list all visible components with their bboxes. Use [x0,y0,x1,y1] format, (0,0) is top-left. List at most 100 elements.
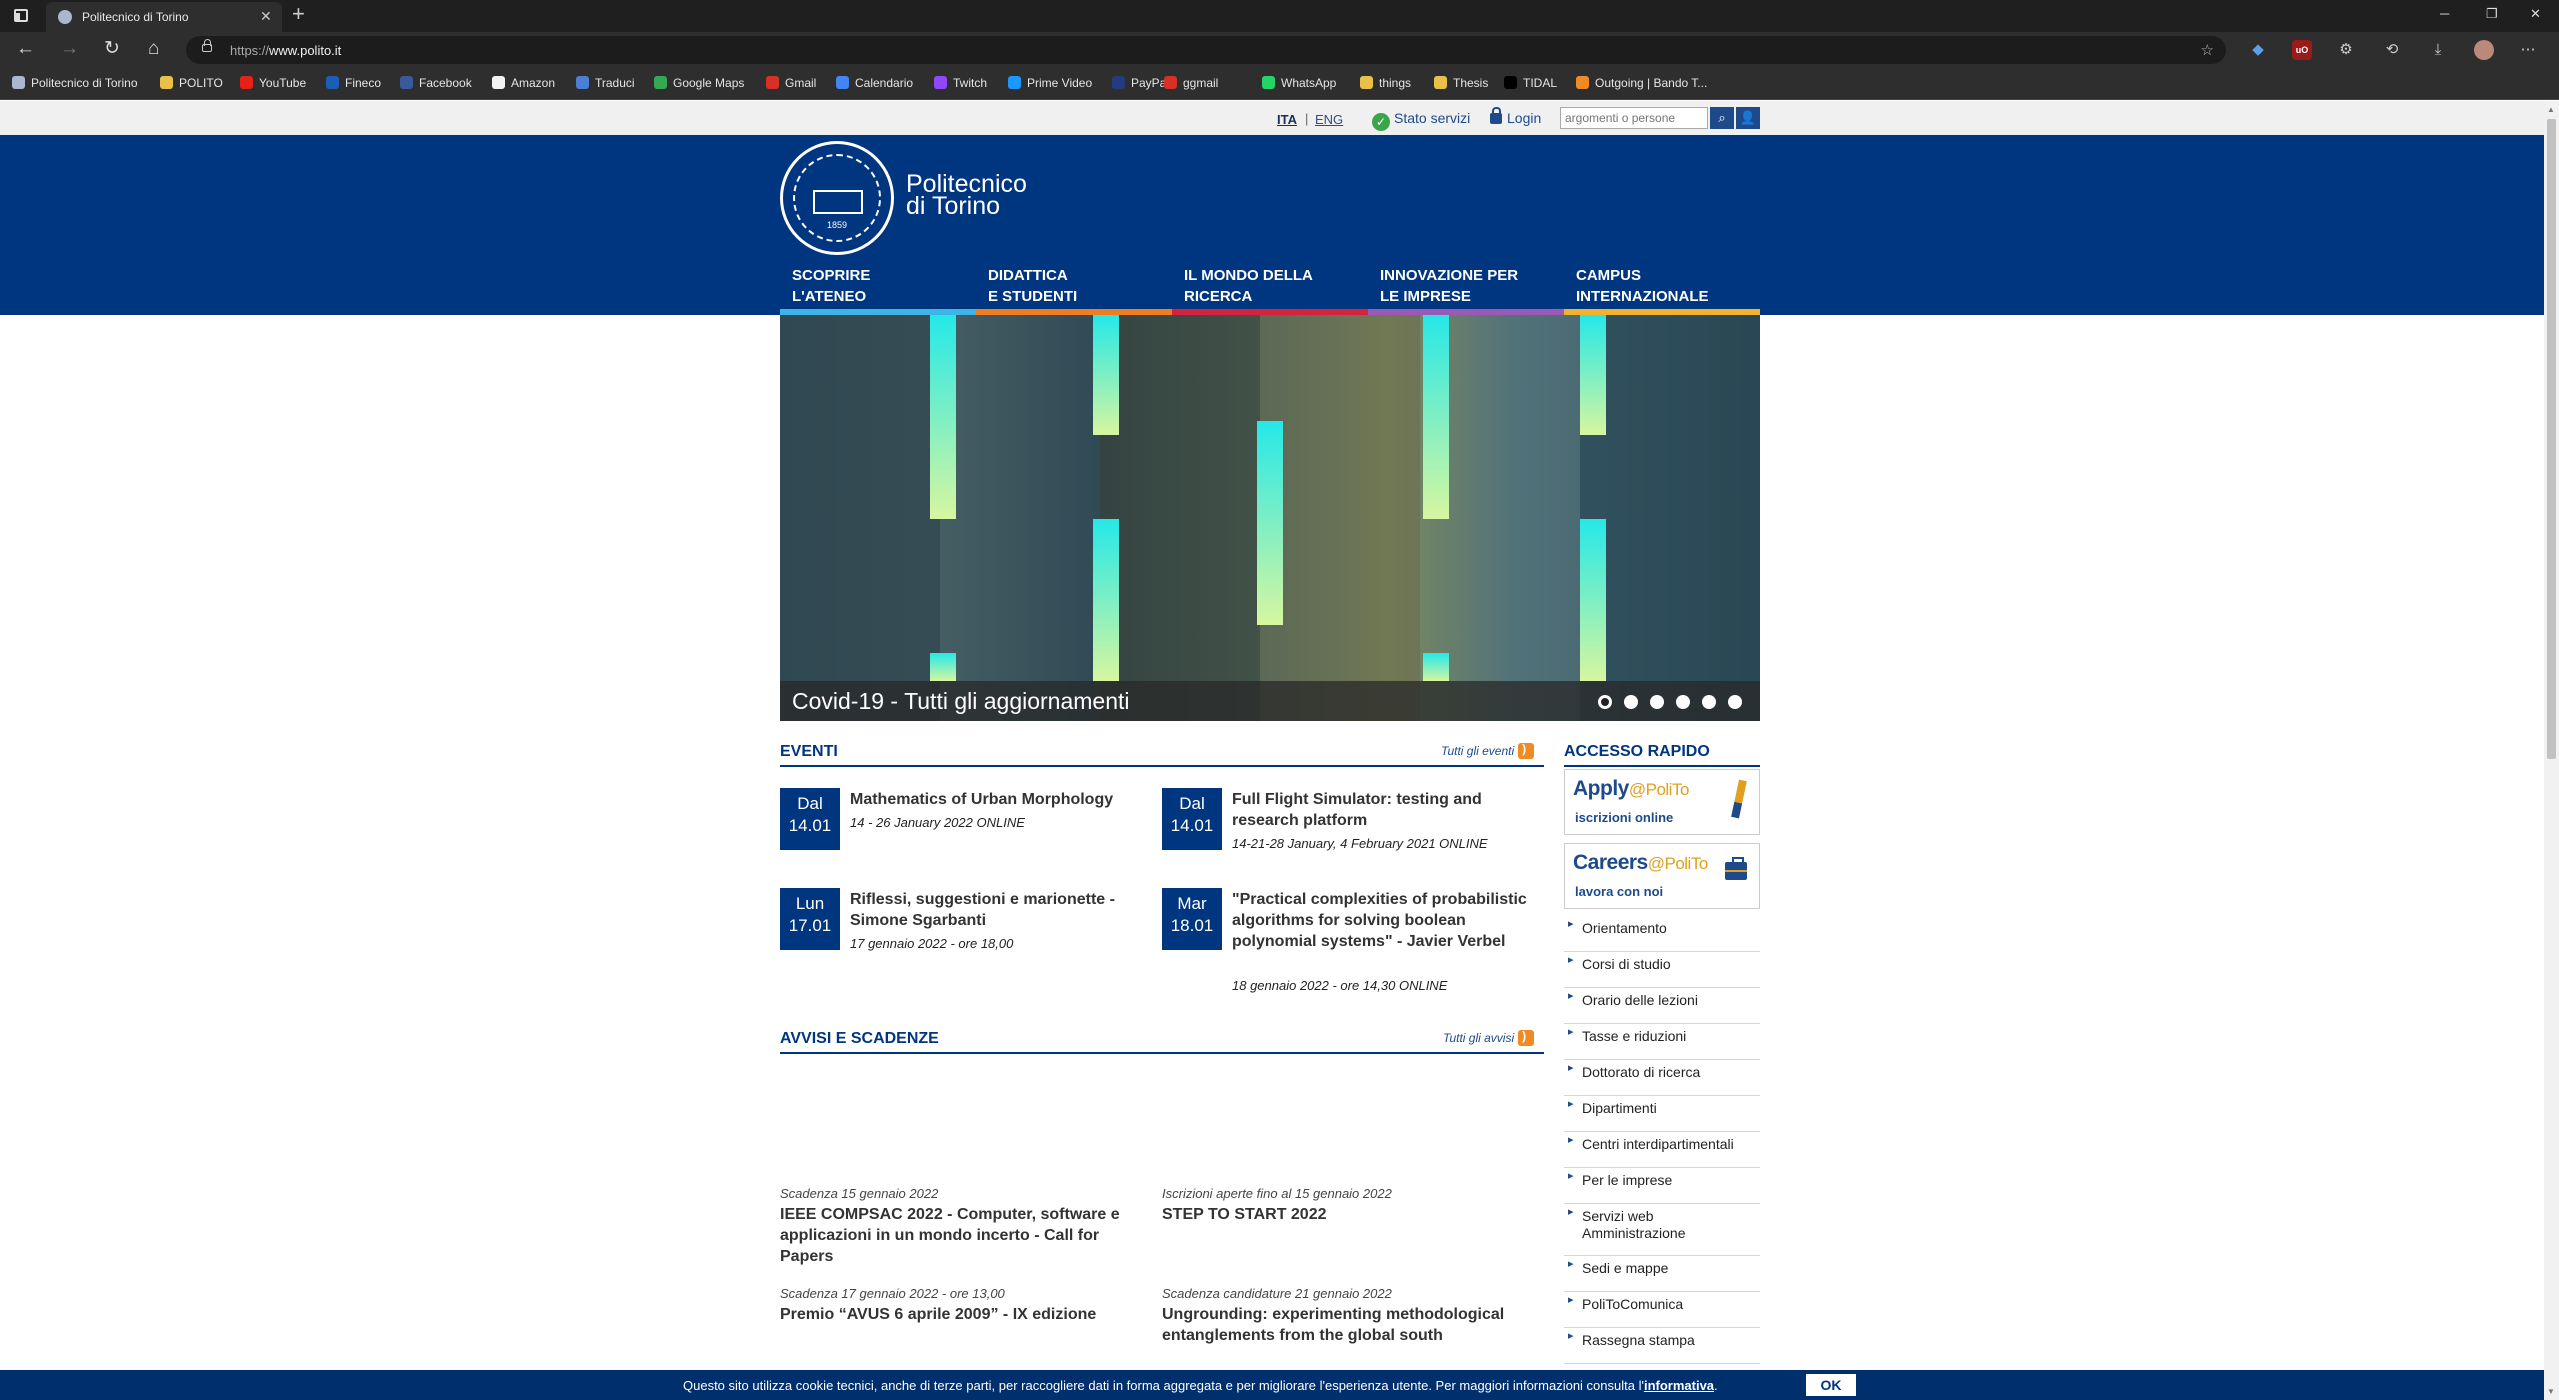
bookmark-item[interactable]: POLITO [160,76,223,90]
avviso-title-link[interactable]: IEEE COMPSAC 2022 - Computer, software e… [780,1204,1150,1267]
bookmark-item[interactable]: WhatsApp [1262,76,1336,90]
url-text[interactable]: https://www.polito.it [230,43,341,58]
scroll-down-icon[interactable]: ▼ [2547,1387,2555,1396]
bookmark-item[interactable]: Outgoing | Bando T... [1576,76,1707,90]
tutti-eventi-link[interactable]: Tutti gli eventi [1441,742,1535,759]
new-tab-icon[interactable]: + [292,3,305,25]
event-meta: 14-21-28 January, 4 February 2021 ONLINE [1232,836,1488,851]
bookmark-item[interactable]: PayPal [1112,76,1169,90]
stato-servizi-link[interactable]: ✓ Stato servizi [1372,110,1470,131]
lock-icon[interactable] [202,39,212,52]
quick-link-item[interactable]: Per le imprese [1564,1168,1760,1204]
slide-caption[interactable]: Covid-19 - Tutti gli aggiornamenti [792,688,1130,715]
tutti-avvisi-link[interactable]: Tutti gli avvisi [1443,1029,1535,1046]
quick-link-item[interactable]: Dipartimenti [1564,1096,1760,1132]
event-title-link[interactable]: "Practical complexities of probabilistic… [1232,889,1532,952]
history-icon[interactable]: ⟲ [2382,40,2402,60]
browser-tab[interactable]: Politecnico di Torino ✕ [46,2,282,32]
login-link[interactable]: Login [1490,107,1541,126]
favorite-star-icon[interactable]: ☆ [2201,41,2214,59]
avviso-title-link[interactable]: Ungrounding: experimenting methodologica… [1162,1304,1532,1346]
extension-icon[interactable]: ◆ [2248,40,2268,60]
event-title-link[interactable]: Mathematics of Urban Morphology [850,789,1150,810]
quick-link-item[interactable]: Rassegna stampa [1564,1328,1760,1364]
quick-link-item[interactable]: PoliToComunica [1564,1292,1760,1328]
bookmark-item[interactable]: Fineco [326,76,381,90]
quick-link-item[interactable]: Sedi e mappe [1564,1256,1760,1292]
quick-link-item[interactable]: Dottorato di ricerca [1564,1060,1760,1096]
tab-actions-icon[interactable] [14,9,28,22]
bookmark-item[interactable]: Gmail [766,76,816,90]
slider-dot[interactable] [1702,695,1716,709]
bookmark-item[interactable]: Prime Video [1008,76,1092,90]
minimize-icon[interactable]: ─ [2440,6,2449,21]
more-menu-icon[interactable]: ⋯ [2518,40,2538,60]
search-icon[interactable]: ⌕ [1710,107,1734,129]
bookmark-item[interactable]: Amazon [492,76,555,90]
slider-dot[interactable] [1624,695,1638,709]
bookmark-item[interactable]: things [1360,76,1411,90]
whatsapp-icon [1262,76,1275,89]
restore-icon[interactable]: ❐ [2486,6,2498,22]
close-tab-icon[interactable]: ✕ [260,8,272,25]
bookmark-item[interactable]: Twitch [934,76,987,90]
bookmark-item[interactable]: TIDAL [1504,76,1557,90]
people-search-icon[interactable]: 👤 [1736,107,1760,129]
main-menu-item[interactable]: IL MONDO DELLA RICERCA [1172,265,1368,315]
bookmark-item[interactable]: Traduci [576,76,635,90]
bookmark-item[interactable]: Thesis [1434,76,1488,90]
home-icon[interactable]: ⌂ [148,38,159,60]
event-title-link[interactable]: Full Flight Simulator: testing and resea… [1232,789,1532,831]
lang-eng-link[interactable]: ENG [1315,112,1343,127]
avviso-title-link[interactable]: Premio “AVUS 6 aprile 2009” - IX edizion… [780,1304,1150,1325]
quick-link-item[interactable]: Orientamento [1564,916,1760,952]
main-menu-item[interactable]: CAMPUS INTERNAZIONALE [1564,265,1760,315]
main-menu-item[interactable]: DIDATTICA E STUDENTI [976,265,1172,315]
address-bar[interactable]: https://www.polito.it ☆ [186,36,2226,64]
polito-seal-logo[interactable]: 1859 [780,141,894,255]
slider-dot[interactable] [1650,695,1664,709]
slider-dot[interactable] [1728,695,1742,709]
quick-link-item[interactable]: Servizi web Amministrazione [1564,1204,1760,1256]
quick-link-item[interactable]: Tasse e riduzioni [1564,1024,1760,1060]
polito-icon [12,76,25,89]
quick-link-item[interactable]: Orario delle lezioni [1564,988,1760,1024]
lang-ita-link[interactable]: ITA [1277,112,1297,127]
downloads-icon[interactable]: ⤓ [2428,40,2448,60]
ublock-extension-icon[interactable]: uO [2292,40,2312,60]
page-scrollbar[interactable]: ▲ ▼ [2544,101,2559,1400]
slider-dot[interactable] [1676,695,1690,709]
reload-icon[interactable]: ↻ [104,38,120,60]
scroll-up-icon[interactable]: ▲ [2547,105,2555,114]
event-title-link[interactable]: Riflessi, suggestioni e marionette - Sim… [850,889,1150,931]
bookmark-item[interactable]: Calendario [836,76,913,90]
careers-polito-banner[interactable]: Careers@PoliTo lavora con noi [1564,843,1760,909]
bookmark-item[interactable]: Politecnico di Torino [12,76,138,90]
extensions-puzzle-icon[interactable]: ⚙ [2336,40,2356,60]
main-menu-item[interactable]: INNOVAZIONE PER LE IMPRESE [1368,265,1564,315]
site-logo-text[interactable]: Politecnico di Torino [906,172,1027,219]
close-window-icon[interactable]: ✕ [2530,6,2541,22]
bookmark-item[interactable]: Google Maps [654,76,744,90]
search-input[interactable] [1560,107,1708,129]
back-icon[interactable]: ← [16,38,35,60]
bookmark-item[interactable]: Facebook [400,76,472,90]
slider-dot[interactable] [1598,695,1612,709]
quick-link-item[interactable]: Centri interdipartimentali [1564,1132,1760,1168]
gmail-icon [1164,76,1177,89]
hero-slider[interactable]: Covid-19 - Tutti gli aggiornamenti [780,315,1760,721]
avviso-title-link[interactable]: STEP TO START 2022 [1162,1204,1532,1225]
avviso-meta: Iscrizioni aperte fino al 15 gennaio 202… [1162,1186,1392,1201]
bookmark-item[interactable]: ggmail [1164,76,1218,90]
quick-link-item[interactable]: Corsi di studio [1564,952,1760,988]
main-menu-item[interactable]: SCOPRIRE L'ATENEO [780,265,976,315]
forward-icon[interactable]: → [60,38,79,60]
profile-avatar[interactable] [2474,40,2494,60]
cookie-ok-button[interactable]: OK [1806,1374,1856,1396]
scrollbar-thumb[interactable] [2547,119,2556,759]
maps-icon [654,76,667,89]
bookmark-item[interactable]: YouTube [240,76,306,90]
apply-polito-banner[interactable]: Apply@PoliTo iscrizioni online [1564,769,1760,835]
informativa-link[interactable]: informativa [1644,1378,1714,1393]
slide-caption-bar[interactable]: Covid-19 - Tutti gli aggiornamenti [780,681,1760,721]
